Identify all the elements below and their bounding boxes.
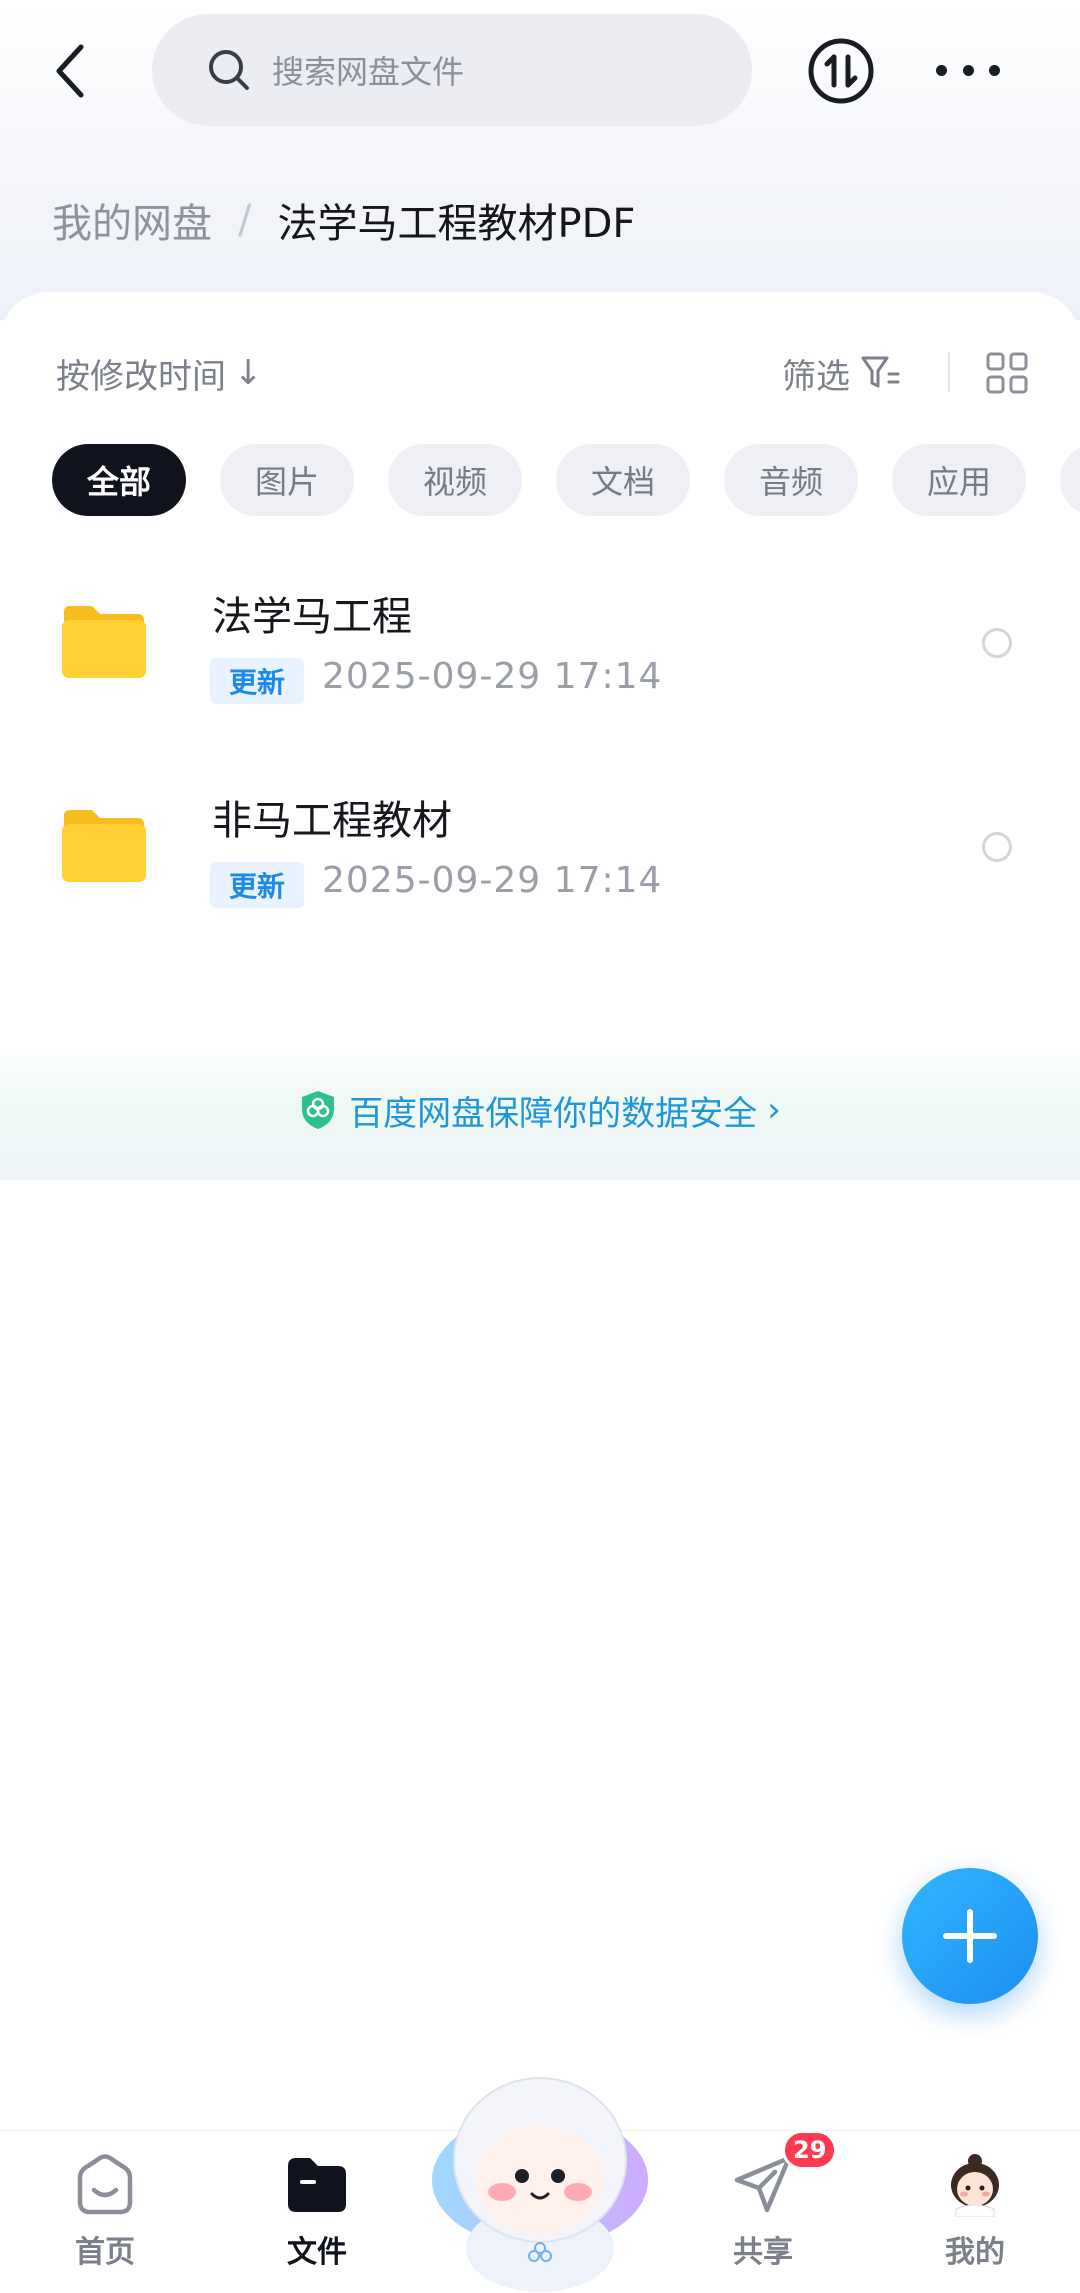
chip-images[interactable]: 图片 — [220, 444, 354, 516]
back-button[interactable] — [40, 36, 100, 106]
grid-view-icon[interactable] — [986, 352, 1028, 394]
back-arrow-icon — [56, 44, 84, 98]
tab-label: 首页 — [75, 2235, 135, 2270]
search-icon — [209, 50, 249, 90]
dot — [989, 64, 1000, 76]
tab-label: 我的 — [945, 2235, 1005, 2270]
filter-icon — [861, 356, 900, 388]
transfer-button[interactable] — [806, 36, 876, 106]
plus-icon — [943, 1909, 997, 1963]
file-modified-time: 2025-09-29 17:14 — [322, 860, 663, 901]
tab-share[interactable]: 共享 — [688, 2151, 838, 2281]
breadcrumb-separator: / — [238, 197, 252, 243]
sort-direction-icon: ↓ — [234, 353, 263, 393]
tab-label: 共享 — [733, 2235, 793, 2270]
security-banner[interactable]: 百度网盘保障你的数据安全 › — [0, 1040, 1080, 1180]
avatar-icon — [951, 2154, 999, 2217]
chip-all[interactable]: 全部 — [52, 444, 186, 516]
breadcrumb-current: 法学马工程教材PDF — [277, 201, 636, 247]
file-row[interactable]: 法学马工程 更新 2025-09-29 17:14 — [0, 558, 1080, 748]
share-notification-badge: 29 — [782, 2130, 838, 2170]
file-row[interactable]: 非马工程教材 更新 2025-09-29 17:14 — [0, 762, 1080, 952]
mascot-icon[interactable] — [430, 2076, 650, 2292]
update-badge: 更新 — [210, 658, 304, 704]
search-input[interactable]: 搜索网盘文件 — [152, 14, 752, 126]
tab-me[interactable]: 我的 — [900, 2151, 1050, 2281]
file-modified-time: 2025-09-29 17:14 — [322, 656, 663, 697]
select-checkbox[interactable] — [982, 628, 1012, 658]
transfer-icon — [808, 38, 874, 104]
chip-apps[interactable]: 应用 — [892, 444, 1026, 516]
chip-documents[interactable]: 文档 — [556, 444, 690, 516]
toolbar-divider — [948, 352, 950, 392]
category-chips: 全部 图片 视频 文档 音频 应用 — [52, 444, 1060, 516]
chip-audio[interactable]: 音频 — [724, 444, 858, 516]
add-button[interactable] — [902, 1868, 1038, 2004]
tab-files[interactable]: 文件 — [242, 2151, 392, 2281]
dot — [962, 64, 974, 76]
sort-label: 按修改时间 — [56, 356, 226, 397]
file-name: 非马工程教材 — [212, 798, 452, 844]
update-badge: 更新 — [210, 862, 304, 908]
security-banner-text: 百度网盘保障你的数据安全 — [349, 1093, 758, 1134]
dot — [936, 64, 947, 76]
folder-icon — [62, 810, 146, 882]
files-icon — [288, 2158, 346, 2212]
chip-videos[interactable]: 视频 — [388, 444, 522, 516]
chevron-right-icon: › — [767, 1090, 781, 1130]
folder-icon — [62, 606, 146, 678]
select-checkbox[interactable] — [982, 832, 1012, 862]
breadcrumb: 我的网盘 / 法学马工程教材PDF — [52, 190, 635, 250]
shield-icon — [302, 1091, 335, 1129]
search-placeholder: 搜索网盘文件 — [272, 53, 465, 91]
breadcrumb-root[interactable]: 我的网盘 — [52, 191, 212, 249]
file-name: 法学马工程 — [212, 594, 412, 640]
tab-home[interactable]: 首页 — [30, 2151, 180, 2281]
filter-button[interactable]: 筛选 — [782, 348, 900, 398]
more-menu-button[interactable] — [936, 50, 1000, 90]
sort-button[interactable]: 按修改时间 ↓ — [56, 348, 263, 398]
filter-label: 筛选 — [782, 356, 850, 397]
tab-label: 文件 — [287, 2235, 347, 2270]
home-icon — [77, 2154, 133, 2215]
